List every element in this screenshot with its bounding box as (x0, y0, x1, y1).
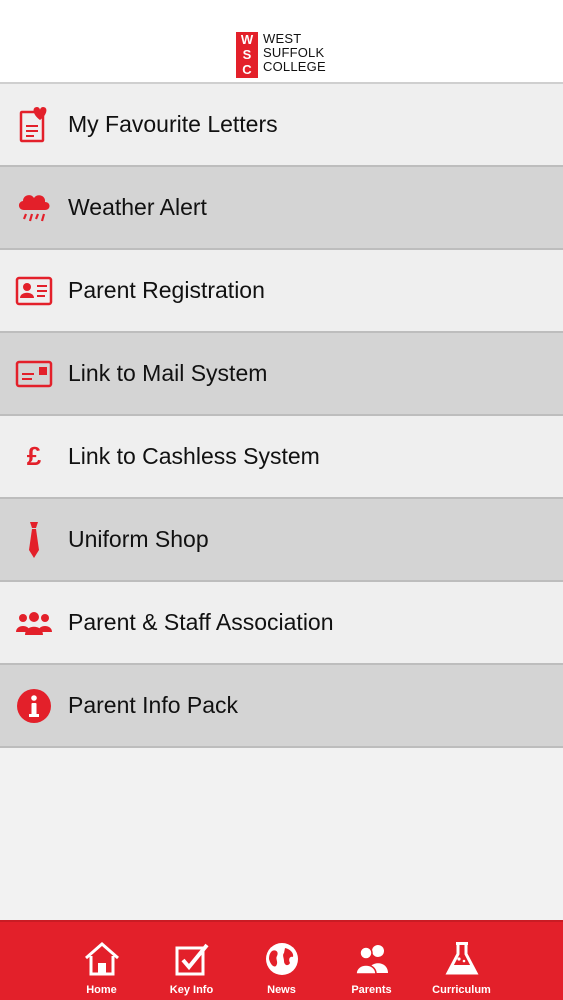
menu-item-label: My Favourite Letters (68, 111, 278, 137)
menu-item-parent-registration[interactable]: Parent Registration (0, 250, 563, 333)
globe-icon (265, 943, 298, 975)
logo-wordmark: WEST SUFFOLK COLLEGE (263, 32, 326, 74)
flask-icon (445, 942, 478, 975)
tab-label: Parents (351, 984, 392, 996)
logo-letter: S (242, 47, 252, 62)
rain-cloud-icon (0, 166, 68, 249)
favourite-letter-icon (0, 83, 68, 166)
bottom-tab-bar: Home Key Info News Parents Curriculum (0, 920, 563, 1000)
logo-letter: W (240, 32, 254, 47)
menu-item-label: Link to Cashless System (68, 443, 320, 469)
tab-news[interactable]: News (237, 922, 327, 1000)
logo-letters-box: W S C (236, 32, 258, 78)
parents-menu: My Favourite Letters Weather Alert Paren… (0, 84, 563, 748)
menu-item-weather-alert[interactable]: Weather Alert (0, 167, 563, 250)
college-logo: W S C WEST SUFFOLK COLLEGE (236, 32, 326, 78)
menu-item-favourite-letters[interactable]: My Favourite Letters (0, 84, 563, 167)
mail-card-icon (0, 332, 68, 415)
tab-label: Home (86, 984, 117, 996)
tab-key-info[interactable]: Key Info (147, 922, 237, 1000)
tab-parents[interactable]: Parents (327, 922, 417, 1000)
menu-item-label: Link to Mail System (68, 360, 268, 386)
menu-item-label: Parent & Staff Association (68, 609, 334, 635)
people-icon (354, 945, 388, 975)
tab-label: News (267, 984, 296, 996)
group-people-icon (0, 581, 68, 664)
pound-icon: £ (0, 415, 68, 498)
home-icon (84, 942, 119, 976)
menu-item-parent-staff-association[interactable]: Parent & Staff Association (0, 582, 563, 665)
menu-item-label: Parent Registration (68, 277, 265, 303)
menu-item-label: Weather Alert (68, 194, 207, 220)
logo-line: SUFFOLK (263, 45, 325, 60)
tie-icon (0, 498, 68, 581)
checkbox-icon (175, 943, 209, 976)
menu-item-uniform-shop[interactable]: Uniform Shop (0, 499, 563, 582)
menu-item-mail-system[interactable]: Link to Mail System (0, 333, 563, 416)
logo-line: WEST (263, 31, 302, 46)
tab-label: Key Info (169, 984, 214, 996)
pound-glyph: £ (26, 441, 42, 471)
tab-curriculum[interactable]: Curriculum (417, 922, 507, 1000)
tab-label: Curriculum (432, 984, 491, 996)
tab-home[interactable]: Home (57, 922, 147, 1000)
menu-item-parent-info-pack[interactable]: Parent Info Pack (0, 665, 563, 748)
app-header: W S C WEST SUFFOLK COLLEGE (0, 0, 563, 84)
logo-letter: C (242, 62, 252, 77)
info-icon (0, 664, 68, 747)
menu-item-label: Uniform Shop (68, 526, 209, 552)
id-card-icon (0, 249, 68, 332)
menu-item-label: Parent Info Pack (68, 692, 239, 718)
logo-line: COLLEGE (263, 59, 326, 74)
menu-item-cashless-system[interactable]: £ Link to Cashless System (0, 416, 563, 499)
